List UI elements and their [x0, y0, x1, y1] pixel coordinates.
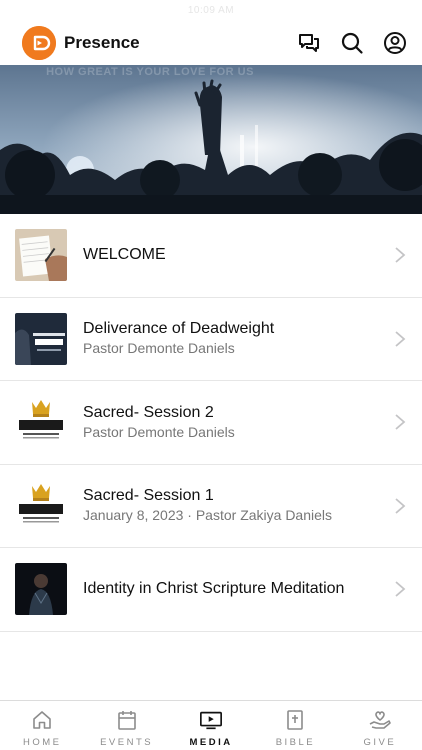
- bottom-tab-bar: HOME EVENTS MEDIA BIBLE GIVE: [0, 700, 422, 750]
- media-item-title: Deliverance of Deadweight: [83, 320, 275, 338]
- media-list-item-identity-in-christ[interactable]: Identity in Christ Scripture Meditation: [0, 548, 422, 632]
- logo-icon[interactable]: [22, 26, 56, 60]
- calendar-icon: [115, 708, 139, 732]
- app-header: Presence: [0, 22, 422, 64]
- give-hand-heart-icon: [368, 708, 392, 732]
- hero-banner[interactable]: HOW GREAT IS YOUR LOVE FOR US: [0, 65, 422, 214]
- media-thumbnail-identity: [15, 563, 67, 616]
- media-list: WELCOME Deliverance of Deadweight Pastor…: [0, 214, 422, 632]
- tab-label: HOME: [22, 737, 62, 748]
- chevron-right-icon: [395, 581, 406, 597]
- media-thumbnail-sacred-crown: [15, 479, 67, 532]
- media-thumbnail-deliverance: [15, 312, 67, 365]
- tab-label: GIVE: [363, 737, 397, 748]
- tab-home[interactable]: HOME: [0, 701, 84, 750]
- media-item-title: Sacred- Session 1: [83, 487, 214, 505]
- chevron-right-icon: [395, 498, 406, 514]
- media-list-item-welcome[interactable]: WELCOME: [0, 214, 422, 298]
- media-item-title: Sacred- Session 2: [83, 403, 214, 421]
- tab-give[interactable]: GIVE: [338, 701, 422, 750]
- media-item-subtitle: Pastor Demonte Daniels: [83, 340, 235, 357]
- app-title: Presence: [64, 33, 140, 52]
- media-item-subtitle: Pastor Demonte Daniels: [83, 423, 235, 440]
- account-icon[interactable]: [382, 30, 408, 56]
- home-icon: [30, 708, 54, 732]
- hero-overlay-text: HOW GREAT IS YOUR LOVE FOR US: [46, 66, 254, 78]
- tab-media[interactable]: MEDIA: [169, 701, 253, 750]
- hero-worship-crowd-image: [0, 65, 422, 214]
- chevron-right-icon: [395, 331, 406, 347]
- media-thumbnail-sacred-crown: [15, 396, 67, 449]
- media-play-icon: [199, 708, 223, 732]
- chevron-right-icon: [395, 414, 406, 430]
- media-item-subtitle: January 8, 2023 · Pastor Zakiya Daniels: [83, 507, 333, 524]
- media-list-item-sacred-session-2[interactable]: Sacred- Session 2 Pastor Demonte Daniels: [0, 381, 422, 465]
- tab-label: BIBLE: [275, 737, 316, 748]
- tab-label: EVENTS: [100, 737, 154, 748]
- chat-icon[interactable]: [296, 30, 322, 56]
- bible-icon: [283, 708, 307, 732]
- tab-label: MEDIA: [189, 737, 233, 748]
- media-thumbnail-notebook: [15, 229, 67, 282]
- tab-bible[interactable]: BIBLE: [253, 701, 337, 750]
- media-item-title: Identity in Christ Scripture Meditation: [83, 580, 345, 598]
- chevron-right-icon: [395, 247, 406, 263]
- tab-events[interactable]: EVENTS: [84, 701, 168, 750]
- media-item-title: WELCOME: [83, 246, 166, 264]
- media-list-item-deliverance-of-deadweight[interactable]: Deliverance of Deadweight Pastor Demonte…: [0, 298, 422, 381]
- search-icon[interactable]: [339, 30, 365, 56]
- media-list-item-sacred-session-1[interactable]: Sacred- Session 1 January 8, 2023 · Past…: [0, 465, 422, 548]
- status-bar-time: 10:09 AM: [187, 5, 235, 16]
